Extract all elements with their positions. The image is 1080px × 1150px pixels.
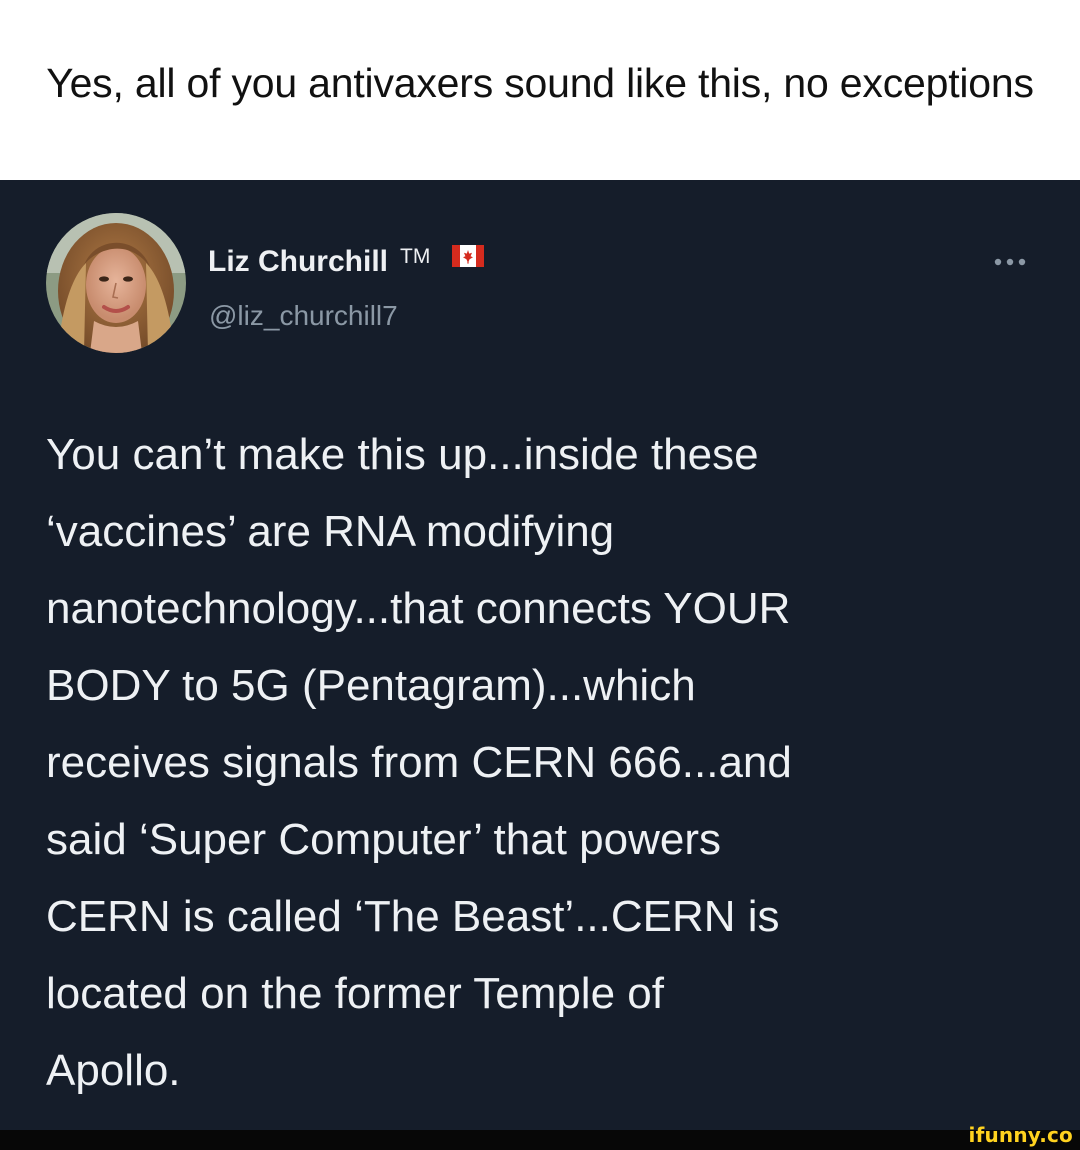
author-name-row[interactable]: Liz Churchill TM (208, 242, 485, 282)
avatar[interactable] (46, 213, 186, 353)
tweet-text: You can’t make this up...inside these ‘v… (46, 416, 1056, 1109)
more-options-icon[interactable] (986, 244, 1034, 280)
footer-bar (0, 1130, 1080, 1150)
tweet-text-line: You can’t make this up...inside these (46, 430, 759, 479)
caption-text: Yes, all of you antivaxers sound like th… (46, 60, 1034, 106)
tweet-card: Liz Churchill TM @liz_churchill7 You can… (0, 180, 1080, 1130)
tweet-text-line: receives signals from CERN 666...and (46, 738, 792, 787)
display-name[interactable]: Liz Churchill (208, 245, 388, 279)
username-handle[interactable]: @liz_churchill7 (209, 300, 398, 332)
canada-flag-icon (452, 244, 485, 272)
tweet-text-line: BODY to 5G (Pentagram)...which (46, 661, 696, 710)
tweet-text-line: Apollo. (46, 1046, 181, 1095)
tweet-text-line: located on the former Temple of (46, 969, 664, 1018)
tweet-text-line: CERN is called ‘The Beast’...CERN is (46, 892, 780, 941)
ifunny-watermark: ifunny.co (968, 1123, 1073, 1147)
profile-photo-icon (46, 213, 186, 353)
meme-caption: Yes, all of you antivaxers sound like th… (0, 0, 1080, 180)
trademark-symbol: TM (400, 245, 431, 268)
tweet-text-line: ‘vaccines’ are RNA modifying (46, 507, 615, 556)
tweet-text-line: nanotechnology...that connects YOUR (46, 584, 791, 633)
tweet-text-line: said ‘Super Computer’ that powers (46, 815, 721, 864)
